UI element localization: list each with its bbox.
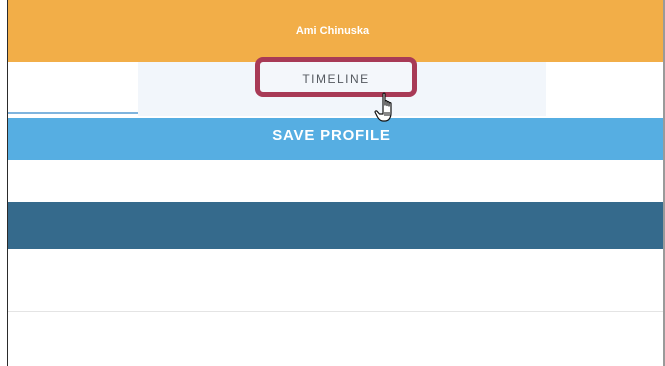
tab-strip: TIMELINE [8,57,663,116]
tab-timeline[interactable]: TIMELINE [255,57,417,97]
hand-pointer-icon [374,92,392,122]
section-bar [8,202,663,249]
app-window: Ami Chinuska TIMELINE SAVE PROFILE [0,0,665,366]
header-bar: Ami Chinuska [8,0,663,62]
tab-active-underline [8,112,138,114]
save-profile-button[interactable]: SAVE PROFILE [8,118,663,160]
user-name: Ami Chinuska [295,25,370,37]
save-profile-label: SAVE PROFILE [272,126,391,144]
tab-timeline-label: TIMELINE [302,72,370,86]
content-divider [8,311,663,312]
